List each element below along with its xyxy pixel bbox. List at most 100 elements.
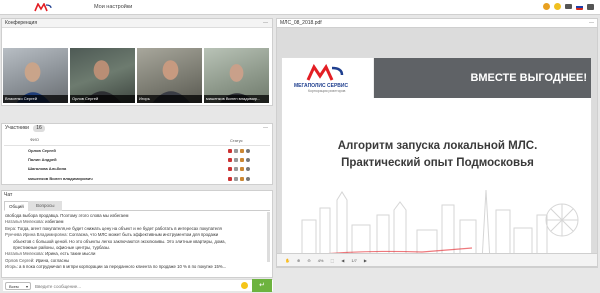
col-status: Статус bbox=[230, 138, 243, 143]
video-tile[interactable]: Власенко Сергей bbox=[3, 48, 68, 103]
exit-icon[interactable] bbox=[587, 3, 594, 10]
video-tile[interactable]: мишенков Вилен владимир... bbox=[204, 48, 269, 103]
camera-icon[interactable] bbox=[234, 167, 238, 171]
raise-hand-icon[interactable] bbox=[240, 149, 244, 153]
mic-icon[interactable] bbox=[228, 167, 232, 171]
message-author: Наталья Мелехова: bbox=[5, 219, 44, 225]
chat-message-input[interactable] bbox=[35, 282, 235, 290]
tab-questions[interactable]: Вопросы bbox=[28, 201, 63, 211]
pdf-slide: МЕГАПОЛИС СЕРВИС Корпорация риэлторов ВМ… bbox=[281, 57, 592, 260]
participants-header: ФИО bbox=[30, 136, 39, 144]
participants-count-badge: 16 bbox=[33, 125, 45, 132]
video-tile[interactable]: Орлов Сергей bbox=[70, 48, 135, 103]
prev-page-icon[interactable]: ◀ bbox=[341, 258, 344, 263]
collapse-icon[interactable]: — bbox=[263, 19, 268, 28]
message-text: а в пока сотрудничал в мгпри корпорации … bbox=[18, 264, 227, 270]
video-caption: Игорь bbox=[137, 95, 202, 103]
recipient-select[interactable]: Всем ▾ bbox=[5, 282, 31, 290]
message-author: Игорь: bbox=[5, 264, 18, 270]
emoji-icon[interactable] bbox=[554, 3, 561, 10]
zoom-level: 4% bbox=[317, 257, 324, 263]
slogan-banner: ВМЕСТЕ ВЫГОДНЕЕ! bbox=[374, 58, 591, 98]
raise-hand-icon[interactable] bbox=[240, 158, 244, 162]
participant-name[interactable]: Палин Андрей bbox=[28, 157, 57, 162]
folder-icon[interactable] bbox=[565, 4, 572, 9]
skyline-illustration bbox=[301, 189, 579, 259]
participant-status bbox=[228, 158, 250, 162]
chat-message: Игорь: а в пока сотрудничал в мгпри корп… bbox=[5, 264, 267, 270]
chat-input-bar: Всем ▾ ↵ bbox=[3, 279, 273, 292]
zoom-in-icon[interactable]: ⊕ bbox=[297, 258, 300, 263]
notification-icon[interactable] bbox=[543, 3, 550, 10]
top-icons bbox=[543, 3, 594, 10]
send-icon: ↵ bbox=[259, 282, 265, 289]
pdf-titlebar: МЛС_08_2018.pdf — bbox=[276, 18, 598, 28]
chat-tabs: Общий Вопросы bbox=[4, 201, 270, 211]
tab-general[interactable]: Общий bbox=[4, 201, 29, 211]
message-text: объектов с большой ценой. Но это объекты… bbox=[13, 238, 226, 244]
participant-status bbox=[228, 177, 250, 181]
user-icon[interactable] bbox=[246, 149, 250, 153]
next-page-icon[interactable]: ▶ bbox=[364, 258, 367, 263]
participant-status bbox=[228, 149, 250, 153]
recipient-label: Всем bbox=[9, 284, 19, 289]
slogan-text: ВМЕСТЕ ВЫГОДНЕЕ! bbox=[470, 72, 587, 84]
message-text: Согласна, что МЛС может быть эффективным… bbox=[68, 232, 219, 238]
user-icon[interactable] bbox=[246, 158, 250, 162]
top-bar: Мои настройки bbox=[0, 0, 600, 15]
pdf-toolbar: ✋ ⊕ ⊖ 4% ⬚ ◀ 1/7 ▶ bbox=[276, 253, 598, 267]
fit-page-icon[interactable]: ⬚ bbox=[330, 258, 334, 263]
message-text: Ирина, согласны bbox=[35, 257, 70, 263]
my-settings-link[interactable]: Мои настройки bbox=[94, 4, 132, 10]
collapse-icon[interactable]: — bbox=[263, 124, 268, 133]
zoom-out-icon[interactable]: ⊖ bbox=[307, 258, 310, 263]
chat-scrollbar[interactable] bbox=[267, 212, 270, 262]
language-flag-icon[interactable] bbox=[576, 3, 583, 10]
participant-status bbox=[228, 167, 250, 171]
mic-icon[interactable] bbox=[228, 149, 232, 153]
user-icon[interactable] bbox=[246, 167, 250, 171]
camera-icon[interactable] bbox=[234, 149, 238, 153]
message-author: Наталья Мелехова: bbox=[5, 251, 44, 257]
message-author: Вера: bbox=[5, 225, 17, 231]
brand-subtitle: Корпорация риэлторов bbox=[308, 89, 346, 93]
raise-hand-icon[interactable] bbox=[240, 167, 244, 171]
hand-tool-icon[interactable]: ✋ bbox=[285, 258, 290, 263]
message-text: избегаем bbox=[45, 219, 64, 225]
video-grid: Власенко Сергей Орлов Сергей Игорь мишен… bbox=[3, 48, 269, 103]
message-text: престижные районы, офисные центры, турба… bbox=[13, 245, 110, 251]
chat-title: Чат bbox=[4, 192, 13, 198]
camera-icon[interactable] bbox=[234, 158, 238, 162]
col-fio: ФИО bbox=[30, 137, 40, 142]
participant-name[interactable]: мишенков Вилен владимирович bbox=[28, 176, 93, 181]
video-caption: Орлов Сергей bbox=[70, 95, 135, 103]
user-icon[interactable] bbox=[246, 177, 250, 181]
message-text: Тогда, агент покупателя,не будет снижать… bbox=[17, 225, 222, 231]
video-tile[interactable]: Игорь bbox=[137, 48, 202, 103]
chat-messages: свобода выбора продавца. Поэтому этого с… bbox=[5, 213, 267, 271]
slide-title: Алгоритм запуска локальной МЛС. Практиче… bbox=[282, 138, 591, 172]
mic-icon[interactable] bbox=[228, 158, 232, 162]
pdf-filename: МЛС_08_2018.pdf bbox=[280, 20, 322, 26]
video-caption: мишенков Вилен владимир... bbox=[204, 95, 269, 103]
message-text: Ирина, есть такие мысли bbox=[45, 251, 96, 257]
raise-hand-icon[interactable] bbox=[240, 177, 244, 181]
send-button[interactable]: ↵ bbox=[252, 279, 272, 292]
app-logo bbox=[34, 3, 52, 12]
participant-name[interactable]: Орлов Сергей bbox=[28, 148, 56, 153]
slide-title-line1: Алгоритм запуска локальной МЛС. bbox=[337, 140, 538, 152]
close-icon[interactable]: — bbox=[589, 19, 594, 28]
page-info: 1/7 bbox=[351, 257, 357, 263]
slide-title-line2: Практический опыт Подмосковья bbox=[341, 157, 534, 169]
message-author: Орлов Сергей: bbox=[5, 257, 35, 263]
participant-name[interactable]: Шагалова Альбина bbox=[28, 166, 66, 171]
emoji-icon[interactable] bbox=[241, 282, 248, 289]
message-author: Рунчева Ирина Владимировна: bbox=[5, 232, 68, 238]
mic-icon[interactable] bbox=[228, 177, 232, 181]
video-caption: Власенко Сергей bbox=[3, 95, 68, 103]
message-text: свобода выбора продавца. Поэтому этого с… bbox=[5, 213, 129, 218]
brand-logo-icon bbox=[306, 64, 344, 81]
participants-title: Участники bbox=[5, 125, 29, 131]
camera-icon[interactable] bbox=[234, 177, 238, 181]
conference-title: Конференция bbox=[5, 20, 38, 26]
